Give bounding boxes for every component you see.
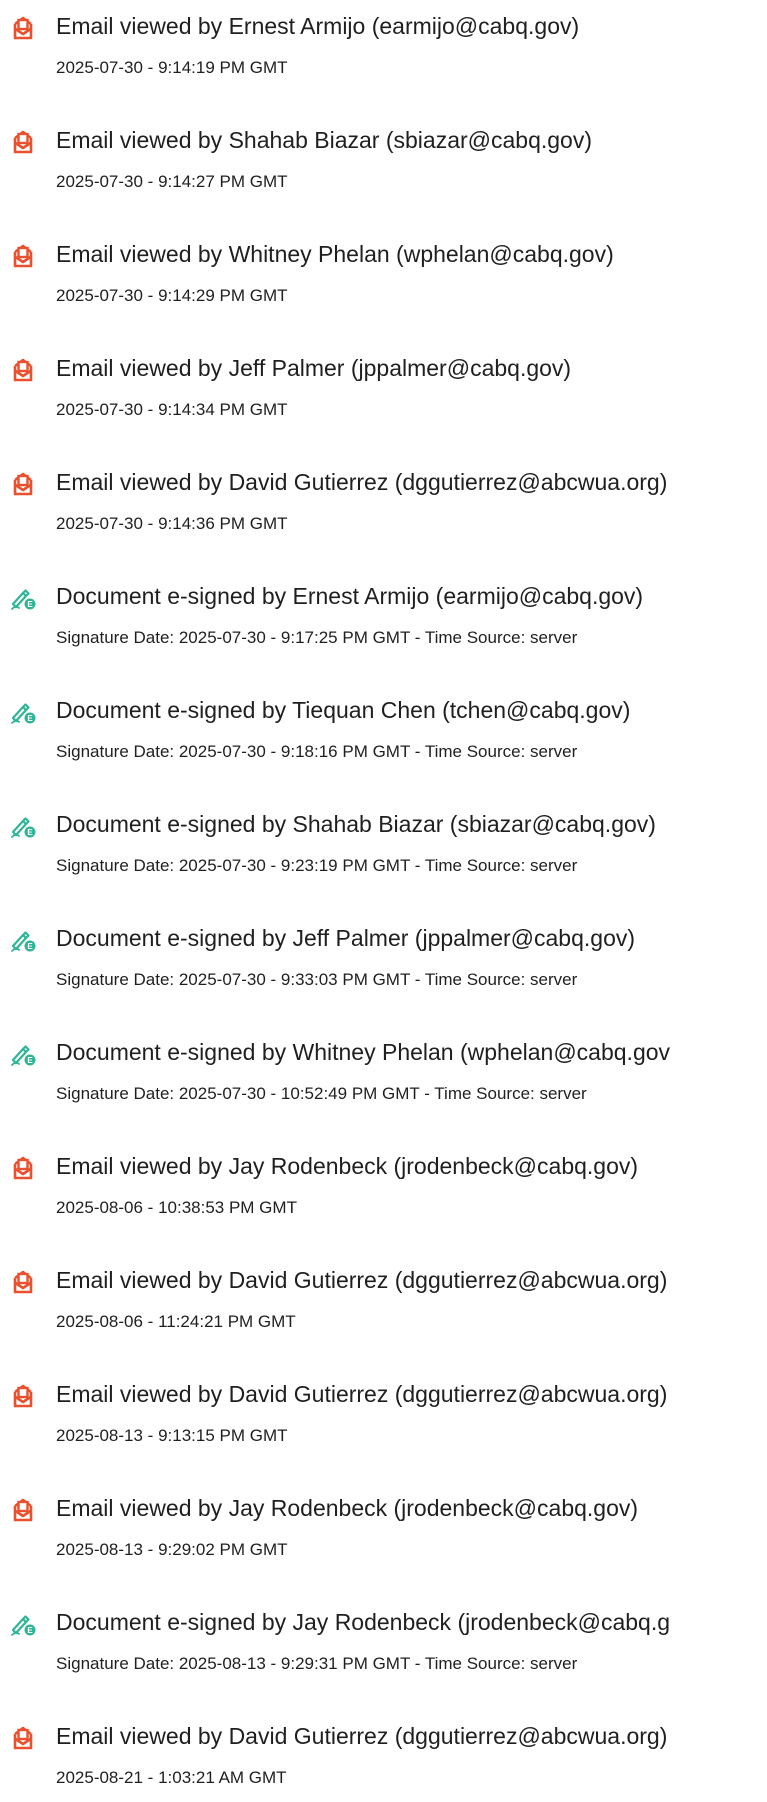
history-event: Email viewed by David Gutierrez (dggutie…: [0, 1370, 767, 1460]
email-viewed-icon: [10, 15, 36, 41]
event-date: Signature Date: 2025-07-30 - 9:17:25 PM …: [56, 628, 578, 647]
history-event: Email viewed by David Gutierrez (dggutie…: [0, 1256, 767, 1346]
event-date: Signature Date: 2025-07-30 - 9:18:16 PM …: [56, 742, 578, 761]
svg-text:E: E: [27, 1056, 33, 1065]
event-date: 2025-08-13 - 9:13:15 PM GMT: [56, 1426, 288, 1445]
e-signature-icon: E: [10, 813, 36, 839]
e-signature-icon: E: [10, 927, 36, 953]
event-title: Email viewed by Jeff Palmer (jppalmer@ca…: [56, 355, 572, 381]
event-title: Email viewed by Ernest Armijo (earmijo@c…: [56, 13, 580, 39]
email-viewed-icon: [10, 243, 36, 269]
history-event: Email viewed by David Gutierrez (dggutie…: [0, 1712, 767, 1802]
event-date: 2025-08-13 - 9:29:02 PM GMT: [56, 1540, 288, 1559]
event-date: 2025-08-06 - 10:38:53 PM GMT: [56, 1198, 297, 1217]
svg-text:E: E: [27, 942, 33, 951]
e-signature-icon: E: [10, 699, 36, 725]
history-event: Email viewed by Jeff Palmer (jppalmer@ca…: [0, 344, 767, 434]
event-title: Document e-signed by Jeff Palmer (jppalm…: [56, 925, 636, 951]
history-event: E Document e-signed by Jay Rodenbeck (jr…: [0, 1598, 767, 1688]
event-title: Email viewed by David Gutierrez (dggutie…: [56, 1381, 668, 1407]
svg-text:E: E: [27, 828, 33, 837]
event-date: Signature Date: 2025-07-30 - 9:23:19 PM …: [56, 856, 578, 875]
e-signature-icon: E: [10, 1041, 36, 1067]
email-viewed-icon: [10, 1269, 36, 1295]
event-title: Email viewed by David Gutierrez (dggutie…: [56, 1267, 668, 1293]
history-event: E Document e-signed by Whitney Phelan (w…: [0, 1028, 767, 1118]
event-date: 2025-07-30 - 9:14:29 PM GMT: [56, 286, 288, 305]
event-title: Email viewed by Whitney Phelan (wphelan@…: [56, 241, 614, 267]
email-viewed-icon: [10, 1155, 36, 1181]
event-date: 2025-07-30 - 9:14:27 PM GMT: [56, 172, 288, 191]
event-title: Document e-signed by Jay Rodenbeck (jrod…: [56, 1609, 671, 1635]
event-title: Email viewed by Shahab Biazar (sbiazar@c…: [56, 127, 592, 153]
event-title: Email viewed by David Gutierrez (dggutie…: [56, 469, 668, 495]
email-viewed-icon: [10, 129, 36, 155]
event-title: Email viewed by Jay Rodenbeck (jrodenbec…: [56, 1153, 639, 1179]
history-event: Email viewed by Ernest Armijo (earmijo@c…: [0, 2, 767, 92]
event-title: Document e-signed by Whitney Phelan (wph…: [56, 1039, 671, 1065]
event-date: 2025-07-30 - 9:14:19 PM GMT: [56, 58, 288, 77]
event-title: Document e-signed by Ernest Armijo (earm…: [56, 583, 644, 609]
email-viewed-icon: [10, 1497, 36, 1523]
event-title: Email viewed by David Gutierrez (dggutie…: [56, 1723, 668, 1749]
event-date: 2025-07-30 - 9:14:34 PM GMT: [56, 400, 288, 419]
history-event: E Document e-signed by Ernest Armijo (ea…: [0, 572, 767, 662]
svg-text:E: E: [27, 714, 33, 723]
email-viewed-icon: [10, 1383, 36, 1409]
event-date: 2025-07-30 - 9:14:36 PM GMT: [56, 514, 288, 533]
svg-text:E: E: [27, 1626, 33, 1635]
event-date: Signature Date: 2025-08-13 - 9:29:31 PM …: [56, 1654, 578, 1673]
event-date: Signature Date: 2025-07-30 - 9:33:03 PM …: [56, 970, 578, 989]
email-viewed-icon: [10, 357, 36, 383]
svg-text:E: E: [27, 600, 33, 609]
history-event: E Document e-signed by Shahab Biazar (sb…: [0, 800, 767, 890]
history-event: E Document e-signed by Tiequan Chen (tch…: [0, 686, 767, 776]
event-date: 2025-08-21 - 1:03:21 AM GMT: [56, 1768, 287, 1787]
event-date: 2025-08-06 - 11:24:21 PM GMT: [56, 1312, 296, 1331]
history-event: Email viewed by Jay Rodenbeck (jrodenbec…: [0, 1142, 767, 1232]
history-event: E Document e-signed by Jeff Palmer (jppa…: [0, 914, 767, 1004]
event-date: Signature Date: 2025-07-30 - 10:52:49 PM…: [56, 1084, 587, 1103]
history-event: Email viewed by Shahab Biazar (sbiazar@c…: [0, 116, 767, 206]
event-title: Document e-signed by Tiequan Chen (tchen…: [56, 697, 631, 723]
event-title: Email viewed by Jay Rodenbeck (jrodenbec…: [56, 1495, 639, 1521]
e-signature-icon: E: [10, 585, 36, 611]
event-title: Document e-signed by Shahab Biazar (sbia…: [56, 811, 656, 837]
email-viewed-icon: [10, 1725, 36, 1751]
history-event: Email viewed by David Gutierrez (dggutie…: [0, 458, 767, 548]
email-viewed-icon: [10, 471, 36, 497]
history-event: Email viewed by Jay Rodenbeck (jrodenbec…: [0, 1484, 767, 1574]
e-signature-icon: E: [10, 1611, 36, 1637]
history-event: Email viewed by Whitney Phelan (wphelan@…: [0, 230, 767, 320]
